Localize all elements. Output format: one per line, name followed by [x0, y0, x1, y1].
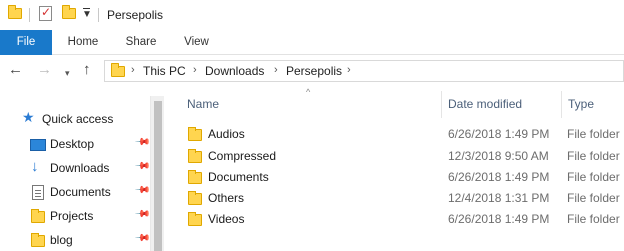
folder-icon	[188, 191, 202, 205]
folder-icon	[188, 170, 202, 184]
folder-icon	[188, 212, 202, 226]
sidebar-item-projects[interactable]: Projects 📌	[0, 205, 151, 227]
file-type: File folder	[567, 127, 620, 141]
tab-home[interactable]: Home	[58, 30, 108, 55]
folder-icon	[8, 5, 22, 19]
file-name: Audios	[208, 127, 245, 141]
up-arrow-icon[interactable]: ↑	[83, 61, 91, 79]
navigation-bar: ← → ▾ ↑ › This PC › Downloads › Persepol…	[0, 55, 624, 87]
folder-icon	[31, 233, 45, 247]
file-row[interactable]: Videos 6/26/2018 1:49 PM File folder	[164, 208, 624, 229]
file-type: File folder	[567, 191, 620, 205]
forward-arrow-icon[interactable]: →	[37, 61, 52, 79]
ribbon: File Home Share View	[0, 30, 624, 55]
folder-icon	[188, 127, 202, 141]
file-date: 12/4/2018 1:31 PM	[448, 191, 550, 205]
new-folder-icon[interactable]	[62, 5, 76, 19]
sidebar-scrollbar[interactable]	[150, 96, 164, 251]
breadcrumb-separator[interactable]: ›	[347, 64, 351, 76]
tab-file[interactable]: File	[0, 30, 52, 55]
file-date: 6/26/2018 1:49 PM	[448, 127, 550, 141]
sidebar-item-label: Quick access	[42, 112, 114, 126]
file-row[interactable]: Documents 6/26/2018 1:49 PM File folder	[164, 166, 624, 187]
divider	[98, 8, 99, 22]
file-date: 6/26/2018 1:49 PM	[448, 170, 550, 184]
tab-view[interactable]: View	[174, 30, 219, 55]
pin-icon[interactable]: 📌	[134, 206, 151, 223]
file-name: Compressed	[208, 149, 277, 163]
folder-icon	[188, 149, 202, 163]
column-divider[interactable]	[561, 91, 562, 118]
navigation-pane: ★ Quick access Desktop 📌 ↓ Downloads 📌 D…	[0, 96, 151, 251]
file-name: Others	[208, 191, 245, 205]
properties-icon[interactable]	[39, 5, 52, 21]
sidebar-item-label: Documents	[50, 185, 111, 199]
sidebar-item-label: Desktop	[50, 137, 95, 151]
scrollbar-thumb[interactable]	[154, 101, 162, 251]
recent-locations-icon[interactable]: ▾	[65, 64, 70, 82]
column-header-name[interactable]: Name	[187, 97, 219, 111]
pin-icon[interactable]: 📌	[134, 182, 151, 199]
window-title: Persepolis	[107, 8, 164, 22]
desktop-icon	[30, 139, 46, 151]
file-date: 12/3/2018 9:50 AM	[448, 149, 549, 163]
column-divider[interactable]	[441, 91, 442, 118]
sidebar-item-quick-access[interactable]: ★ Quick access	[0, 108, 150, 130]
file-name: Documents	[208, 170, 269, 184]
breadcrumb-this-pc[interactable]: This PC	[143, 64, 186, 78]
breadcrumb-separator[interactable]: ›	[131, 64, 135, 76]
file-type: File folder	[567, 170, 620, 184]
breadcrumb-separator[interactable]: ›	[193, 64, 197, 76]
star-icon: ★	[22, 109, 35, 125]
sidebar-item-label: blog	[50, 233, 73, 247]
divider	[29, 8, 30, 22]
pin-icon[interactable]: 📌	[134, 134, 151, 151]
back-arrow-icon[interactable]: ←	[8, 61, 23, 79]
sort-ascending-icon: ^	[306, 87, 311, 97]
file-type: File folder	[567, 212, 620, 226]
file-type: File folder	[567, 149, 620, 163]
breadcrumb-downloads[interactable]: Downloads	[205, 64, 264, 78]
document-icon	[32, 185, 44, 200]
sidebar-item-downloads[interactable]: ↓ Downloads 📌	[0, 157, 151, 179]
file-date: 6/26/2018 1:49 PM	[448, 212, 550, 226]
tab-share[interactable]: Share	[117, 30, 165, 55]
pin-icon[interactable]: 📌	[134, 230, 151, 247]
folder-icon	[31, 209, 45, 223]
folder-icon	[111, 63, 125, 77]
breadcrumb-persepolis[interactable]: Persepolis	[286, 64, 342, 78]
file-name: Videos	[208, 212, 245, 226]
title-bar: ▼ Persepolis	[0, 0, 624, 30]
customize-toolbar-icon[interactable]: ▼	[82, 8, 92, 20]
column-header-type[interactable]: Type	[568, 97, 594, 111]
breadcrumb-separator[interactable]: ›	[274, 64, 278, 76]
sidebar-item-blog[interactable]: blog 📌	[0, 229, 151, 251]
pin-icon[interactable]: 📌	[134, 158, 151, 175]
column-header-date[interactable]: Date modified	[448, 97, 522, 111]
address-bar[interactable]: › This PC › Downloads › Persepolis ›	[104, 60, 624, 82]
file-row[interactable]: Audios 6/26/2018 1:49 PM File folder	[164, 123, 624, 144]
sidebar-item-label: Projects	[50, 209, 94, 223]
sidebar-item-documents[interactable]: Documents 📌	[0, 181, 151, 203]
sidebar-item-desktop[interactable]: Desktop 📌	[0, 133, 151, 155]
file-row[interactable]: Others 12/4/2018 1:31 PM File folder	[164, 187, 624, 208]
download-icon: ↓	[31, 158, 39, 175]
sidebar-item-label: Downloads	[50, 161, 110, 175]
file-row[interactable]: Compressed 12/3/2018 9:50 AM File folder	[164, 145, 624, 166]
